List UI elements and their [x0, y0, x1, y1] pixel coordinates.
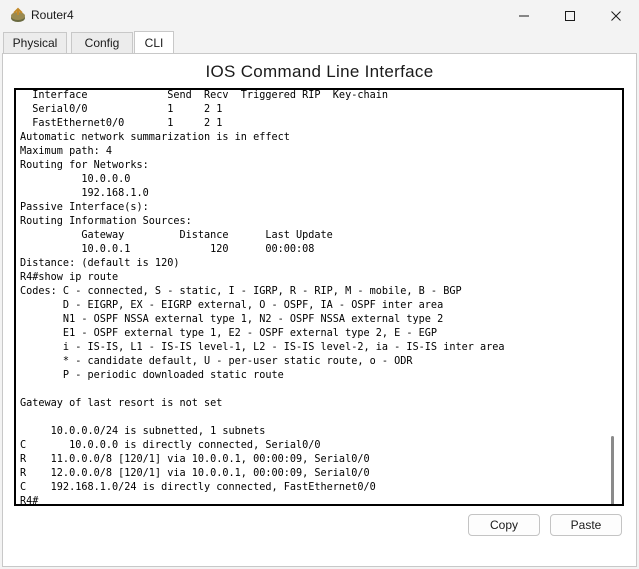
terminal-line: Routing for Networks: — [20, 160, 149, 171]
maximize-icon — [565, 11, 575, 21]
tab-config[interactable]: Config — [71, 32, 133, 53]
tab-cli[interactable]: CLI — [134, 31, 174, 53]
terminal-line: N1 - OSPF NSSA external type 1, N2 - OSP… — [20, 314, 444, 325]
minimize-icon — [519, 15, 529, 17]
terminal-line: D - EIGRP, EX - EIGRP external, O - OSPF… — [20, 300, 444, 311]
terminal-line: R4# — [20, 496, 39, 506]
terminal-line: Gateway of last resort is not set — [20, 398, 223, 409]
router-icon — [11, 7, 25, 22]
terminal-line: P - periodic downloaded static route — [20, 370, 284, 381]
close-icon — [611, 11, 621, 21]
maximize-button[interactable] — [547, 0, 593, 32]
terminal-line: E1 - OSPF external type 1, E2 - OSPF ext… — [20, 328, 438, 339]
paste-button[interactable]: Paste — [550, 514, 622, 536]
terminal-line: Codes: C - connected, S - static, I - IG… — [20, 286, 462, 297]
title-bar: Router4 — [0, 0, 639, 32]
terminal-line: Gateway Distance Last Update — [20, 230, 333, 241]
terminal-line: i - IS-IS, L1 - IS-IS level-1, L2 - IS-I… — [20, 342, 505, 353]
terminal-line: C 192.168.1.0/24 is directly connected, … — [20, 482, 376, 493]
terminal-scrollbar[interactable] — [611, 436, 614, 504]
terminal-line: 192.168.1.0 — [20, 188, 149, 199]
close-button[interactable] — [593, 0, 639, 32]
terminal-line: Maximum path: 4 — [20, 146, 113, 157]
cli-heading: IOS Command Line Interface — [205, 62, 434, 81]
terminal-line: Serial0/0 1 2 1 — [20, 104, 223, 115]
terminal-line: Distance: (default is 120) — [20, 258, 180, 269]
terminal-line: 10.0.0.0/24 is subnetted, 1 subnets — [20, 426, 266, 437]
terminal-line: Automatic network summarization is in ef… — [20, 132, 290, 143]
tab-physical[interactable]: Physical — [3, 32, 67, 53]
terminal-line: Routing Information Sources: — [20, 216, 192, 227]
terminal-output: Interface Send Recv Triggered RIP Key-ch… — [20, 90, 505, 506]
terminal-line: C 10.0.0.0 is directly connected, Serial… — [20, 440, 321, 451]
terminal-line: R4#show ip route — [20, 272, 119, 283]
terminal-line: R 11.0.0.0/8 [120/1] via 10.0.0.1, 00:00… — [20, 454, 370, 465]
terminal-line: 10.0.0.1 120 00:00:08 — [20, 244, 315, 255]
terminal-console[interactable]: Interface Send Recv Triggered RIP Key-ch… — [14, 88, 624, 506]
terminal-line: 10.0.0.0 — [20, 174, 131, 185]
window-title: Router4 — [31, 8, 74, 22]
terminal-line: * - candidate default, U - per-user stat… — [20, 356, 413, 367]
terminal-line: FastEthernet0/0 1 2 1 — [20, 118, 223, 129]
terminal-line: R 12.0.0.0/8 [120/1] via 10.0.0.1, 00:00… — [20, 468, 370, 479]
copy-button[interactable]: Copy — [468, 514, 540, 536]
minimize-button[interactable] — [501, 0, 547, 32]
terminal-line: Passive Interface(s): — [20, 202, 149, 213]
terminal-line: Interface Send Recv Triggered RIP Key-ch… — [20, 90, 389, 101]
tab-bar: Physical Config CLI — [0, 31, 639, 54]
